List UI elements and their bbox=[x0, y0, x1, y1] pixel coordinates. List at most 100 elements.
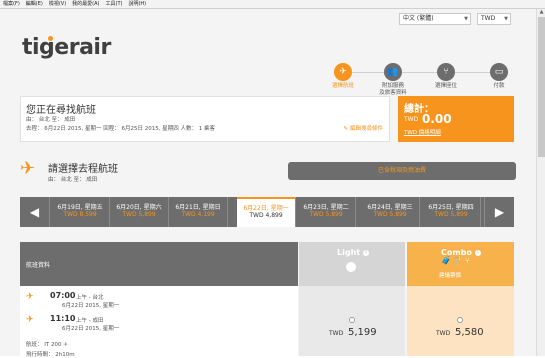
departure-time: 07:00 bbox=[50, 291, 76, 300]
pencil-icon: ✎ bbox=[343, 126, 348, 132]
date-label: 6月21日, 星期日 bbox=[175, 204, 221, 211]
menu-help[interactable]: 說明(H) bbox=[128, 0, 146, 9]
date-label: 6月23日, 星期二 bbox=[303, 204, 349, 211]
date-price: TWD 4,199 bbox=[181, 211, 215, 218]
date-cell[interactable]: 6月24日, 星期三 TWD 5,899 bbox=[361, 197, 420, 227]
date-label: 6月19日, 星期五 bbox=[57, 204, 103, 211]
plane-icon: ✈ bbox=[20, 158, 36, 179]
departure-route: 由： 台北 至： 成田 bbox=[48, 177, 98, 183]
menu-edit[interactable]: 編輯(E) bbox=[26, 0, 43, 9]
step-label: 選擇座位 bbox=[434, 83, 457, 89]
date-price: TWD 5,899 bbox=[309, 211, 343, 218]
scroll-up-icon[interactable]: ▲ bbox=[538, 9, 545, 16]
arrival-time: 11:10 bbox=[50, 314, 76, 323]
total-box: 總計： TWD 0.00 TWD 價格明細 bbox=[398, 96, 514, 142]
browser-menubar: 檔案(F) 編輯(E) 檢視(V) 我的最愛(A) 工具(T) 說明(H) bbox=[0, 0, 545, 9]
light-price-currency: TWD bbox=[329, 330, 344, 337]
total-amount: 0.00 bbox=[422, 112, 452, 126]
combo-fare-column[interactable]: Combo i 🧳🍴⑂ 建議票價 TWD 5,580 bbox=[407, 242, 514, 356]
language-select[interactable]: 中文 (繁體) ▼ bbox=[399, 13, 471, 25]
info-icon[interactable]: i bbox=[363, 250, 369, 256]
summary-details: 去程： 6月22日 2015, 星期一 回程： 6月25日 2015, 星期四 … bbox=[26, 126, 215, 132]
arrow-right-icon: ▶ bbox=[494, 205, 505, 219]
plane-icon: ✈ bbox=[334, 63, 352, 81]
date-cell[interactable]: 6月25日, 星期四 TWD 5,899 bbox=[422, 197, 481, 227]
modify-search-link[interactable]: ✎ 編輯搜尋條件 bbox=[343, 124, 383, 132]
price-details-link[interactable]: TWD 價格明細 bbox=[404, 128, 441, 136]
search-summary: 您正在尋找航班 由： 台北 至： 成田 去程： 6月22日 2015, 星期一 … bbox=[20, 96, 390, 142]
chevron-down-icon: ▼ bbox=[464, 16, 468, 22]
light-fare-column[interactable]: Light i TWD 5,199 bbox=[299, 242, 405, 356]
date-label: 6月20日, 星期六 bbox=[116, 204, 162, 211]
combo-fare-header: Combo i 🧳🍴⑂ 建議票價 bbox=[407, 242, 514, 286]
flight-duration: 飛行時間： 2h10m bbox=[26, 352, 75, 358]
flight-details: ✈ 07:00 上午 - 台北 6月22日 2015, 星期一 ✈ 11:10 … bbox=[20, 286, 298, 358]
chevron-down-icon: ▼ bbox=[504, 16, 508, 22]
flight-number: 航班： IT 200 ✈ bbox=[26, 340, 68, 348]
departure-place: 上午 - 台北 bbox=[76, 295, 104, 301]
next-dates-button[interactable]: ▶ bbox=[484, 197, 514, 227]
step-payment: ▭ 付款 bbox=[469, 63, 529, 90]
people-icon: 👥 bbox=[384, 63, 402, 81]
menu-favorites[interactable]: 我的最愛(A) bbox=[72, 0, 99, 9]
logo-dot bbox=[48, 36, 53, 41]
total-currency: TWD bbox=[404, 116, 419, 123]
date-label: 6月25日, 星期四 bbox=[428, 204, 474, 211]
step-label: 付款 bbox=[493, 83, 505, 89]
page-content: 中文 (繁體) ▼ TWD ▼ tigerair ✈ 選擇航班 👥 附加服務 及旅… bbox=[0, 9, 536, 358]
menu-view[interactable]: 檢視(V) bbox=[49, 0, 66, 9]
menu-file[interactable]: 檔案(F) bbox=[3, 0, 20, 9]
step-label: 附加服務 及旅客資料 bbox=[363, 83, 423, 96]
vertical-scrollbar[interactable]: ▲ bbox=[536, 9, 545, 356]
arrival-plane-icon: ✈ bbox=[26, 315, 34, 325]
arrival-place: 上午 - 成田 bbox=[76, 318, 104, 324]
arrow-left-icon: ◀ bbox=[29, 205, 40, 219]
departure-title: 請選擇去程航班 bbox=[48, 164, 118, 175]
date-cell[interactable]: 6月23日, 星期二 TWD 5,899 bbox=[297, 197, 356, 227]
currency-select[interactable]: TWD ▼ bbox=[477, 13, 511, 25]
taxes-included-button[interactable]: 已含稅項及燃油費 bbox=[288, 162, 516, 180]
airline-icon: ✈ bbox=[63, 342, 68, 348]
combo-benefits-icons: 🧳🍴⑂ bbox=[441, 256, 472, 265]
date-price: TWD 5,899 bbox=[373, 211, 407, 218]
step-label-line2: 及旅客資料 bbox=[379, 89, 407, 96]
departure-plane-icon: ✈ bbox=[26, 292, 34, 302]
bag-icon: 🧳 bbox=[441, 256, 453, 265]
meal-icon: 🍴 bbox=[452, 256, 465, 265]
seat-icon: ⑂ bbox=[464, 256, 472, 265]
payment-icon: ▭ bbox=[490, 63, 508, 81]
combo-price-currency: TWD bbox=[436, 330, 451, 337]
step-extras: 👥 附加服務 及旅客資料 bbox=[363, 63, 423, 96]
date-cell[interactable]: 6月21日, 星期日 TWD 4,199 bbox=[169, 197, 228, 227]
flight-number-text: 航班： IT 200 bbox=[26, 342, 62, 348]
flight-info-header: 航班資料 bbox=[20, 242, 298, 286]
modify-label: 編輯搜尋條件 bbox=[349, 126, 383, 132]
bag-icon bbox=[346, 262, 356, 272]
menu-tools[interactable]: 工具(T) bbox=[106, 0, 123, 9]
date-cell[interactable]: 6月19日, 星期五 TWD 8,599 bbox=[51, 197, 110, 227]
date-label: 6月24日, 星期三 bbox=[367, 204, 413, 211]
date-label: 6月22日, 星期一 bbox=[243, 205, 289, 212]
flight-info-label: 航班資料 bbox=[26, 262, 51, 269]
combo-fare-radio[interactable] bbox=[457, 317, 463, 323]
scroll-thumb[interactable] bbox=[538, 17, 545, 157]
date-price: TWD 5,899 bbox=[434, 211, 468, 218]
date-cell[interactable]: 6月20日, 星期六 TWD 5,899 bbox=[110, 197, 169, 227]
currency-value: TWD bbox=[481, 15, 496, 22]
prev-dates-button[interactable]: ◀ bbox=[20, 197, 50, 227]
date-price: TWD 4,899 bbox=[249, 212, 283, 219]
tigerair-logo[interactable]: tigerair bbox=[22, 35, 111, 60]
seat-icon: ⑂ bbox=[437, 63, 455, 81]
arrival-date: 6月22日 2015, 星期一 bbox=[62, 326, 120, 332]
summary-route: 由： 台北 至： 成田 bbox=[26, 117, 76, 123]
step-seat: ⑂ 選擇座位 bbox=[416, 63, 476, 90]
date-price: TWD 8,599 bbox=[63, 211, 97, 218]
info-icon[interactable]: i bbox=[475, 250, 481, 256]
light-fare-radio[interactable] bbox=[349, 317, 355, 323]
language-value: 中文 (繁體) bbox=[403, 15, 434, 22]
step-label-line1: 附加服務 bbox=[381, 83, 404, 89]
date-price: TWD 5,899 bbox=[122, 211, 156, 218]
departure-date: 6月22日 2015, 星期一 bbox=[62, 303, 120, 309]
combo-recommended-tag: 建議票價 bbox=[439, 273, 462, 279]
date-cell-selected[interactable]: 6月22日, 星期一 TWD 4,899 bbox=[237, 197, 296, 227]
